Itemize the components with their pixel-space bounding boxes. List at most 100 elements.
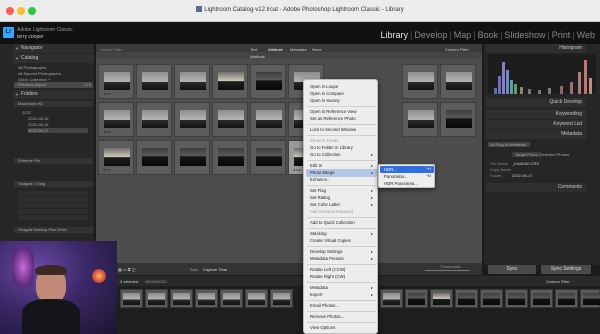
- filmstrip-thumbnail[interactable]: [458, 293, 475, 305]
- grid-cell[interactable]: [212, 140, 248, 175]
- filmstrip-cell[interactable]: [555, 289, 578, 308]
- filmstrip-thumbnail[interactable]: [383, 293, 400, 305]
- menu-show-in-finder[interactable]: Show in Finder: [310, 138, 339, 143]
- field-value-folder[interactable]: 2022-06-17: [512, 173, 532, 178]
- catalog-item-all-photographs[interactable]: All Photographs: [18, 65, 46, 70]
- grid-cell[interactable]: ★★★: [98, 64, 134, 99]
- menu-rotate-left[interactable]: Rotate Left (CCW): [310, 267, 345, 272]
- volume-macintosh-hd[interactable]: Macintosh HD: [14, 101, 93, 107]
- filmstrip-thumbnail[interactable]: [433, 293, 450, 305]
- menu-stacking[interactable]: Stacking: [310, 231, 326, 236]
- filmstrip-thumbnail[interactable]: [533, 293, 550, 305]
- photo-thumbnail[interactable]: [104, 110, 130, 128]
- grid-cell[interactable]: [250, 102, 286, 137]
- grid-cell[interactable]: [174, 102, 210, 137]
- histogram[interactable]: [488, 54, 596, 94]
- menu-view-options[interactable]: View Options: [310, 325, 335, 330]
- catalog-header[interactable]: ▼ Catalog: [13, 54, 94, 63]
- submenu-hdr[interactable]: HDR...: [384, 167, 397, 172]
- catalog-item-all-synced[interactable]: All Synced Photographs: [18, 71, 61, 76]
- volume-extreme-pro[interactable]: Extreme Pro: [14, 158, 93, 164]
- keyword-list-header[interactable]: Keyword List: [486, 120, 586, 129]
- menu-metadata[interactable]: Metadata: [310, 285, 328, 290]
- filmstrip-custom-filter[interactable]: Custom Filter: [546, 279, 570, 284]
- grid-cell[interactable]: [250, 64, 286, 99]
- grid-cell[interactable]: [212, 64, 248, 99]
- menu-open-in-reference-view[interactable]: Open in Reference View: [310, 109, 357, 114]
- rating-stars[interactable]: ★★★: [293, 168, 301, 172]
- photo-thumbnail[interactable]: [218, 110, 244, 128]
- selected-photos-toggle[interactable]: Selected Photos: [540, 152, 569, 157]
- filmstrip-cell[interactable]: [380, 289, 403, 308]
- module-library[interactable]: Library: [380, 30, 408, 40]
- filmstrip-cell[interactable]: [430, 289, 453, 308]
- volume-seagate-backup[interactable]: Seagate Backup Plus Drive: [14, 227, 93, 233]
- field-value-file-name[interactable]: _KAI6180.CR3: [512, 161, 539, 166]
- filmstrip-cell[interactable]: [455, 289, 478, 308]
- menu-go-to-folder[interactable]: Go to Folder in Library: [310, 145, 353, 150]
- grid-cell[interactable]: ★★★: [98, 140, 134, 175]
- filmstrip-cell[interactable]: [480, 289, 503, 308]
- catalog-item-previous-import[interactable]: Previous Import 275: [14, 82, 93, 88]
- photo-thumbnail[interactable]: [408, 110, 434, 128]
- volume-seagate[interactable]: Seagate 1 Mag: [14, 181, 93, 187]
- menu-edit-in[interactable]: Edit In: [310, 163, 322, 168]
- filmstrip-cell[interactable]: [245, 289, 268, 308]
- grid-cell[interactable]: ★★★: [98, 102, 134, 137]
- sync-button[interactable]: Sync: [488, 265, 536, 274]
- filmstrip-cell[interactable]: [145, 289, 168, 308]
- menu-open-in-compare[interactable]: Open in Compare: [310, 91, 344, 96]
- photo-thumbnail[interactable]: [180, 72, 206, 90]
- grid-cell[interactable]: [174, 140, 210, 175]
- menu-develop-settings[interactable]: Develop Settings: [310, 249, 343, 254]
- menu-set-rating[interactable]: Set Rating: [310, 195, 330, 200]
- menu-rotate-right[interactable]: Rotate Right (CW): [310, 274, 345, 279]
- filmstrip-thumbnail[interactable]: [173, 293, 190, 305]
- menu-add-shortcut-keyword[interactable]: Add Shortcut Keyword: [310, 209, 353, 214]
- grid-cell[interactable]: [174, 64, 210, 99]
- submenu-panorama[interactable]: Panorama...: [384, 174, 407, 179]
- menu-go-to-collection[interactable]: Go to Collection: [310, 152, 341, 157]
- photo-thumbnail[interactable]: [446, 110, 472, 128]
- filmstrip-cell[interactable]: [530, 289, 553, 308]
- photo-thumbnail[interactable]: [104, 72, 130, 90]
- module-map[interactable]: Map: [454, 30, 472, 40]
- rating-stars[interactable]: ★★★: [103, 168, 111, 172]
- photo-thumbnail[interactable]: [408, 72, 434, 90]
- folder-2022-06-16[interactable]: 2022-06-16: [28, 122, 48, 127]
- filmstrip-cell[interactable]: [120, 289, 143, 308]
- module-slideshow[interactable]: Slideshow: [504, 30, 545, 40]
- photo-grid[interactable]: ★★★ ★★★ ★★★ ★★★: [96, 58, 482, 263]
- grid-view-icon[interactable]: ▦ ▭ ⧉ ◫: [118, 267, 136, 272]
- menu-set-color-label[interactable]: Set Color Label: [310, 202, 340, 207]
- photo-thumbnail[interactable]: [446, 72, 472, 90]
- grid-cell[interactable]: [402, 102, 438, 137]
- filmstrip-thumbnail[interactable]: [148, 293, 165, 305]
- menu-open-in-survey[interactable]: Open in Survey: [310, 98, 340, 103]
- menu-remove-photos[interactable]: Remove Photos...: [310, 314, 344, 319]
- grid-cell[interactable]: [136, 64, 172, 99]
- module-print[interactable]: Print: [552, 30, 571, 40]
- filmstrip-thumbnail[interactable]: [408, 293, 425, 305]
- grid-cell[interactable]: [250, 140, 286, 175]
- keywording-header[interactable]: Keywording: [486, 110, 586, 119]
- filmstrip-cell[interactable]: [505, 289, 528, 308]
- filmstrip-cell[interactable]: [580, 289, 600, 308]
- filmstrip-thumbnail[interactable]: [583, 293, 600, 305]
- menu-lock-to-second-window[interactable]: Lock to Second Window: [310, 127, 356, 132]
- filmstrip-cell[interactable]: [405, 289, 428, 308]
- photo-thumbnail[interactable]: [256, 110, 282, 128]
- filmstrip-cell[interactable]: [270, 289, 293, 308]
- target-photo-toggle[interactable]: Target Photo: [512, 152, 541, 157]
- photo-thumbnail[interactable]: [142, 148, 168, 166]
- grid-cell[interactable]: [440, 64, 476, 99]
- grid-cell[interactable]: [136, 140, 172, 175]
- submenu-hdr-panorama[interactable]: HDR Panorama...: [384, 181, 418, 186]
- navigator-header[interactable]: ▼ Navigator: [13, 44, 94, 53]
- photo-thumbnail[interactable]: [256, 72, 282, 90]
- filmstrip-source-path[interactable]: ADVANCED: [145, 279, 167, 284]
- module-develop[interactable]: Develop: [414, 30, 447, 40]
- folder-2022[interactable]: 2022: [22, 110, 31, 115]
- folder-2022-06-15[interactable]: 2022-06-15: [28, 116, 48, 121]
- folder-2022-06-17[interactable]: 2022-06-17: [28, 128, 88, 133]
